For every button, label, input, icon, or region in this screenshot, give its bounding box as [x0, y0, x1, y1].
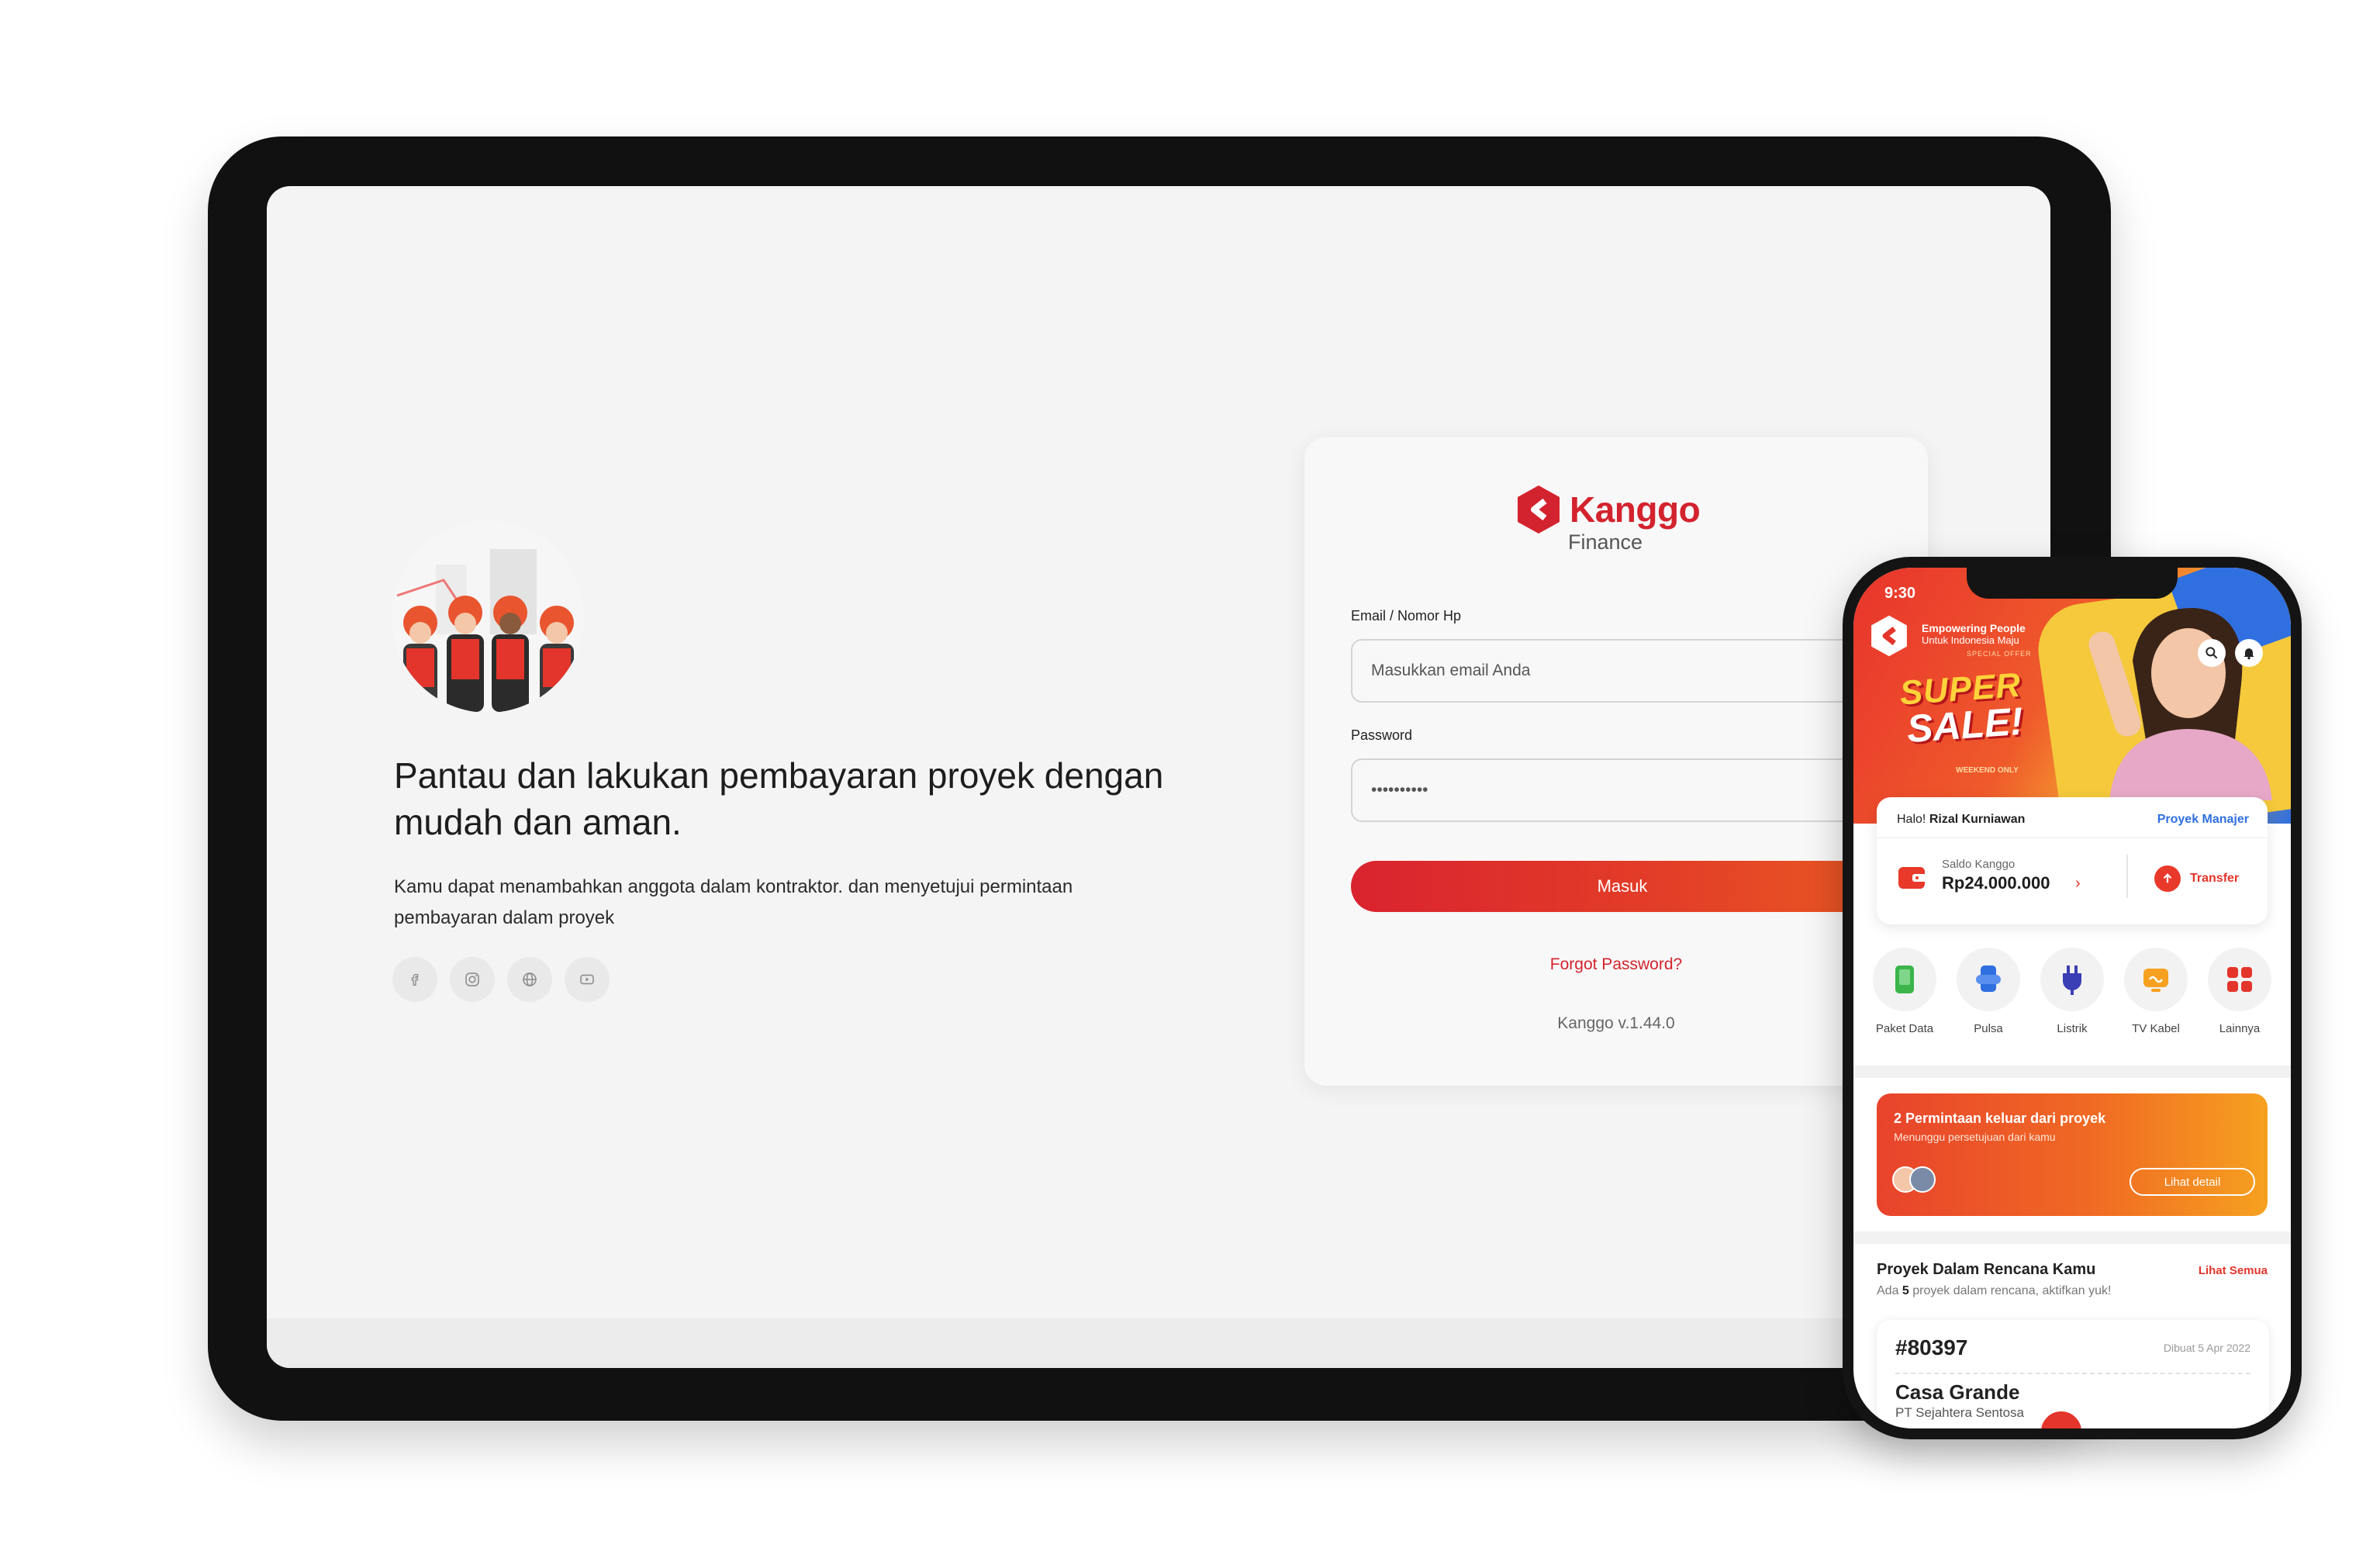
- arrow-up-icon: [2163, 873, 2172, 883]
- request-avatars: [1892, 1166, 1936, 1193]
- service-label: Listrik: [2057, 1022, 2088, 1035]
- view-detail-button[interactable]: Lihat detail: [2130, 1168, 2255, 1196]
- page-description: Kamu dapat menambahkan anggota dalam kon…: [394, 876, 1073, 928]
- service-label: TV Kabel: [2132, 1022, 2180, 1035]
- service-listrik[interactable]: Listrik: [2032, 948, 2112, 1035]
- subtitle-prefix: Ada: [1877, 1284, 1899, 1297]
- service-icon-wrap: [1873, 948, 1936, 1011]
- user-role[interactable]: Proyek Manajer: [2157, 813, 2249, 827]
- password-value: ••••••••••: [1371, 781, 1428, 799]
- greeting-prefix: Halo!: [1897, 813, 1926, 826]
- email-field[interactable]: Masukkan email Anda: [1351, 639, 1894, 703]
- banner-headline: Empowering People: [1922, 622, 2026, 634]
- instagram-link[interactable]: [450, 957, 495, 1002]
- app-version: Kanggo v.1.44.0: [1557, 1014, 1675, 1032]
- avatar: [1909, 1166, 1936, 1193]
- status-time: 9:30: [1884, 585, 1916, 602]
- youtube-link[interactable]: [565, 957, 610, 1002]
- saldo-value[interactable]: Rp24.000.000: [1942, 873, 2050, 893]
- password-label: Password: [1351, 727, 1413, 743]
- service-paket-data[interactable]: Paket Data: [1864, 948, 1945, 1035]
- search-button[interactable]: [2198, 639, 2226, 667]
- plug-icon: [2063, 965, 2081, 995]
- super-sale-title: SUPER SALE!: [1898, 663, 2074, 766]
- divider: [1895, 1373, 2250, 1374]
- phone-device: Empowering People Untuk Indonesia Maju S…: [1843, 557, 2302, 1439]
- login-button[interactable]: Masuk: [1351, 861, 1894, 912]
- page-tagline: Pantau dan lakukan pembayaran proyek den…: [394, 755, 1164, 842]
- forgot-password-link[interactable]: Forgot Password?: [1304, 955, 1928, 974]
- project-name: Casa Grande: [1895, 1380, 2020, 1404]
- chevron-right-icon[interactable]: ›: [2075, 875, 2081, 893]
- search-icon: [2206, 647, 2218, 659]
- tv-icon: [2143, 969, 2168, 992]
- service-icon-wrap: [1957, 948, 2020, 1011]
- kanggo-logo-icon: [1871, 615, 1907, 657]
- workers-illustration: [392, 520, 584, 713]
- password-field[interactable]: ••••••••••: [1351, 758, 1894, 822]
- website-link[interactable]: [507, 957, 552, 1002]
- transfer-label[interactable]: Transfer: [2190, 872, 2239, 886]
- banner-subline: Untuk Indonesia Maju: [1922, 634, 2019, 646]
- sale-weekend-label: WEEKEND ONLY: [1956, 766, 2019, 775]
- service-label: Paket Data: [1875, 1022, 1934, 1035]
- transfer-button[interactable]: [2154, 865, 2181, 892]
- section-separator: [1853, 1066, 2291, 1078]
- exit-request-card[interactable]: 2 Permintaan keluar dari proyek Menunggu…: [1877, 1093, 2268, 1216]
- facebook-link[interactable]: [392, 957, 437, 1002]
- see-all-link[interactable]: Lihat Semua: [2199, 1264, 2268, 1277]
- request-subtitle: Menunggu persetujuan dari kamu: [1894, 1131, 2056, 1143]
- service-icon-wrap: [2040, 948, 2104, 1011]
- service-label: Pulsa: [1974, 1022, 2003, 1035]
- balance-card: Halo! Rizal Kurniawan Proyek Manajer Sal…: [1877, 797, 2268, 924]
- project-count: 5: [1902, 1284, 1909, 1297]
- subtitle-suffix: proyek dalam rencana, aktifkan yuk!: [1912, 1284, 2112, 1297]
- saldo-label: Saldo Kanggo: [1942, 858, 2016, 871]
- pulsa-icon: [1976, 965, 2001, 992]
- brand-subtitle: Finance: [1568, 530, 1643, 554]
- tablet-screen: Pantau dan lakukan pembayaran proyek den…: [267, 186, 2050, 1368]
- phone-notch: [1967, 568, 2178, 599]
- promo-banner[interactable]: Empowering People Untuk Indonesia Maju S…: [1853, 568, 2291, 841]
- service-tv-kabel[interactable]: TV Kabel: [2116, 948, 2196, 1035]
- projects-section-title: Proyek Dalam Rencana Kamu: [1877, 1261, 2096, 1278]
- phone-data-icon: [1895, 965, 1914, 993]
- service-label: Lainnya: [2219, 1022, 2261, 1035]
- services-menu: Paket Data Pulsa Listrik TV Kabel Lainny…: [1864, 948, 2280, 1035]
- user-name: Rizal Kurniawan: [1929, 813, 2026, 826]
- notification-button[interactable]: [2235, 639, 2263, 667]
- request-title: 2 Permintaan keluar dari proyek: [1894, 1111, 2106, 1126]
- kanggo-logo-icon: [1518, 485, 1560, 534]
- service-lainnya[interactable]: Lainnya: [2199, 948, 2280, 1035]
- social-links: [392, 957, 610, 1002]
- instagram-icon: [465, 972, 479, 986]
- brand-name: Kanggo: [1570, 489, 1701, 530]
- section-separator: [1853, 1231, 2291, 1244]
- promo-model-image: [2088, 607, 2272, 800]
- service-icon-wrap: [2124, 948, 2188, 1011]
- divider: [2126, 855, 2128, 898]
- screen-bottom-strip: [267, 1318, 2050, 1368]
- projects-subtitle: Ada 5 proyek dalam rencana, aktifkan yuk…: [1877, 1284, 2111, 1298]
- banner-offer: SPECIAL OFFER: [1967, 650, 2032, 658]
- project-id: #80397: [1895, 1335, 1968, 1359]
- grid-icon: [2227, 967, 2252, 992]
- facebook-icon: [411, 973, 419, 986]
- service-pulsa[interactable]: Pulsa: [1948, 948, 2029, 1035]
- greeting: Halo! Rizal Kurniawan: [1897, 813, 2025, 827]
- email-label: Email / Nomor Hp: [1351, 608, 1462, 624]
- brand-logo: Kanggo: [1515, 484, 1701, 535]
- service-icon-wrap: [2208, 948, 2271, 1011]
- phone-screen: Empowering People Untuk Indonesia Maju S…: [1853, 568, 2291, 1428]
- project-date: Dibuat 5 Apr 2022: [2163, 1342, 2250, 1354]
- globe-icon: [523, 972, 537, 986]
- youtube-icon: [580, 974, 594, 985]
- tablet-device: Pantau dan lakukan pembayaran proyek den…: [208, 136, 2111, 1421]
- wallet-icon: [1898, 867, 1926, 889]
- email-placeholder: Masukkan email Anda: [1371, 662, 1531, 679]
- login-card: Kanggo Finance Email / Nomor Hp Masukkan…: [1304, 437, 1928, 1086]
- bell-icon: [2244, 648, 2254, 660]
